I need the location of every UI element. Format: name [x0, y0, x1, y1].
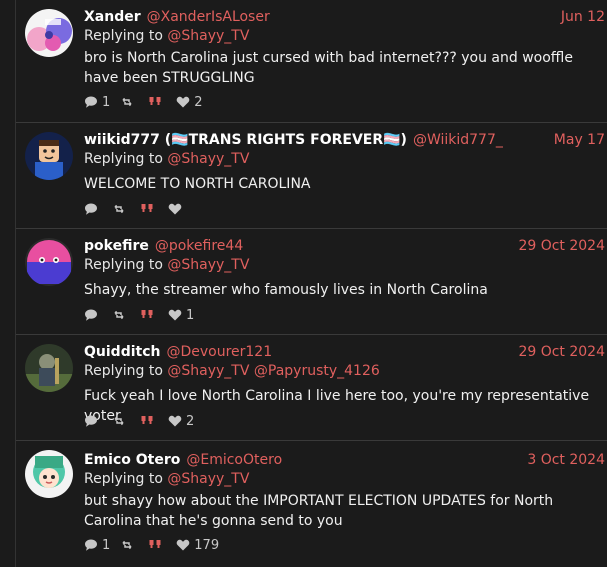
- replying-to: Replying to @Shayy_TV: [84, 151, 249, 167]
- reply-button[interactable]: [84, 202, 102, 216]
- like-button[interactable]: [168, 202, 186, 216]
- retweet-button[interactable]: [112, 308, 130, 322]
- reply-handle[interactable]: @Shayy_TV: [167, 28, 249, 44]
- heart-icon: [168, 309, 182, 321]
- quote-icon: [141, 204, 153, 212]
- like-button[interactable]: 179: [176, 538, 219, 553]
- post-stats: 1 179: [84, 537, 229, 553]
- post-text: but shayy how about the IMPORTANT ELECTI…: [84, 493, 554, 529]
- reply-button[interactable]: 1: [84, 95, 110, 110]
- post-date[interactable]: 3 Oct 2024: [527, 452, 605, 468]
- display-name[interactable]: Quidditch: [84, 344, 160, 360]
- reply-feed: Xander @XanderIsALoser Jun 12 Replying to…: [15, 0, 607, 567]
- display-name[interactable]: wiikid777 (🏳️‍⚧️TRANS RIGHTS FOREVER🏳️‍⚧…: [84, 132, 407, 148]
- post-stats: [84, 201, 196, 217]
- replying-label: Replying to: [84, 363, 163, 379]
- post-text: bro is North Carolina just cursed with b…: [84, 50, 573, 86]
- reply-post[interactable]: Emico Otero @EmicoOtero 3 Oct 2024 Replyi…: [16, 441, 607, 567]
- reply-handle[interactable]: @Shayy_TV: [167, 471, 249, 487]
- reply-count: 1: [102, 94, 111, 110]
- replying-to: Replying to @Shayy_TV: [84, 471, 249, 487]
- user-handle[interactable]: @XanderIsALoser: [147, 9, 270, 25]
- heart-icon: [176, 539, 190, 551]
- retweet-button[interactable]: [120, 538, 138, 552]
- reply-post[interactable]: pokefire @pokefire44 29 Oct 2024 Replying…: [16, 229, 607, 335]
- post-stats: 1: [84, 307, 204, 323]
- comment-icon: [85, 539, 97, 551]
- quote-icon: [141, 310, 153, 318]
- post-date[interactable]: 29 Oct 2024: [518, 344, 605, 360]
- retweet-icon: [114, 416, 124, 426]
- reply-handle[interactable]: @Shayy_TV: [167, 363, 249, 379]
- user-handle[interactable]: @pokefire44: [155, 238, 243, 254]
- reply-handle[interactable]: @Shayy_TV: [167, 151, 249, 167]
- replying-to: Replying to @Shayy_TV: [84, 28, 249, 44]
- comment-icon: [85, 96, 97, 108]
- heart-icon: [168, 415, 182, 427]
- like-button[interactable]: 2: [168, 414, 194, 429]
- comment-icon: [85, 415, 97, 427]
- quote-button[interactable]: [148, 95, 166, 109]
- reply-post[interactable]: wiikid777 (🏳️‍⚧️TRANS RIGHTS FOREVER🏳️‍⚧…: [16, 123, 607, 229]
- user-handle[interactable]: @EmicoOtero: [186, 452, 282, 468]
- display-name[interactable]: Xander: [84, 9, 141, 25]
- replying-label: Replying to: [84, 471, 163, 487]
- quote-icon: [149, 540, 161, 548]
- quote-button[interactable]: [140, 414, 158, 428]
- retweet-icon: [114, 310, 124, 320]
- replying-label: Replying to: [84, 151, 163, 167]
- reply-handle[interactable]: @Papyrusty_4126: [254, 363, 380, 379]
- comment-icon: [85, 309, 97, 321]
- like-count: 1: [186, 307, 195, 323]
- retweet-icon: [122, 540, 132, 550]
- quote-icon: [149, 97, 161, 105]
- reply-button[interactable]: [84, 308, 102, 322]
- quote-button[interactable]: [140, 308, 158, 322]
- replying-label: Replying to: [84, 28, 163, 44]
- post-text: Shayy, the streamer who famously lives i…: [84, 282, 488, 298]
- reply-post[interactable]: Xander @XanderIsALoser Jun 12 Replying to…: [16, 0, 607, 123]
- like-count: 179: [194, 537, 220, 553]
- retweet-button[interactable]: [112, 414, 130, 428]
- reply-handle[interactable]: @Shayy_TV: [167, 257, 249, 273]
- avatar[interactable]: [25, 132, 73, 180]
- quote-icon: [141, 416, 153, 424]
- post-date[interactable]: Jun 12: [561, 9, 605, 25]
- avatar[interactable]: [25, 344, 73, 392]
- heart-icon: [168, 203, 182, 215]
- retweet-button[interactable]: [120, 95, 138, 109]
- like-count: 2: [194, 94, 203, 110]
- reply-post[interactable]: Quidditch @Devourer121 29 Oct 2024 Replyi…: [16, 335, 607, 441]
- reply-button[interactable]: [84, 414, 102, 428]
- avatar[interactable]: [25, 450, 73, 498]
- quote-button[interactable]: [140, 202, 158, 216]
- post-stats: 1 2: [84, 94, 213, 110]
- heart-icon: [176, 96, 190, 108]
- replying-to: Replying to @Shayy_TV @Papyrusty_4126: [84, 363, 380, 379]
- replying-label: Replying to: [84, 257, 163, 273]
- avatar[interactable]: [25, 9, 73, 57]
- post-date[interactable]: 29 Oct 2024: [518, 238, 605, 254]
- comment-icon: [85, 203, 97, 215]
- display-name[interactable]: pokefire: [84, 238, 149, 254]
- retweet-button[interactable]: [112, 202, 130, 216]
- user-handle[interactable]: @Wiikid777_: [413, 132, 503, 148]
- user-handle[interactable]: @Devourer121: [166, 344, 272, 360]
- avatar[interactable]: [25, 238, 73, 286]
- post-stats: 2: [84, 413, 204, 429]
- quote-button[interactable]: [148, 538, 166, 552]
- like-count: 2: [186, 413, 195, 429]
- like-button[interactable]: 1: [168, 308, 194, 323]
- post-date[interactable]: May 17: [554, 132, 605, 148]
- post-text: WELCOME TO NORTH CAROLINA: [84, 176, 311, 192]
- retweet-icon: [122, 97, 132, 107]
- retweet-icon: [114, 204, 124, 214]
- display-name[interactable]: Emico Otero: [84, 452, 180, 468]
- like-button[interactable]: 2: [176, 94, 203, 110]
- reply-button[interactable]: 1: [84, 538, 110, 553]
- replying-to: Replying to @Shayy_TV: [84, 257, 249, 273]
- reply-count: 1: [102, 537, 111, 553]
